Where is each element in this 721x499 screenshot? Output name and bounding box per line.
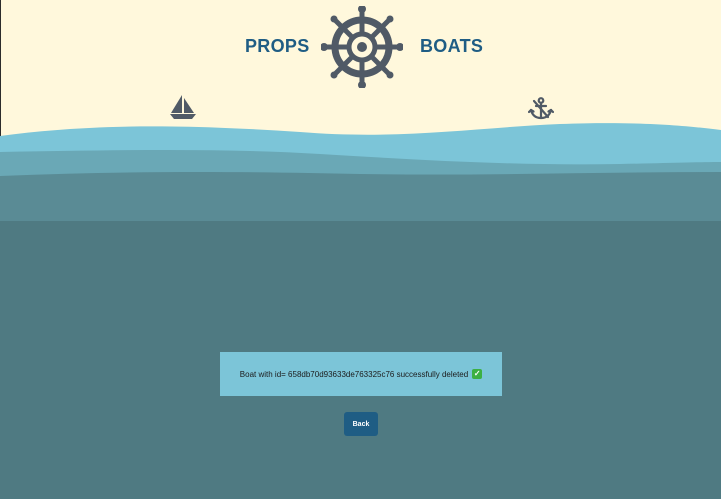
ship-wheel-icon: [321, 6, 403, 88]
status-message: Boat with id= 658db70d93633de763325c76 s…: [220, 352, 502, 396]
brand-left-text: PROPS: [245, 36, 310, 56]
status-message-text: Boat with id= 658db70d93633de763325c76 s…: [239, 369, 469, 379]
brand-right-text: BOATS: [420, 36, 484, 56]
page: PROPS BOATS Boat with id= 658db70d93633d…: [0, 0, 721, 499]
sea-waves: [0, 123, 721, 240]
check-mark-icon: ✓: [472, 369, 483, 379]
back-button[interactable]: Back: [344, 412, 378, 436]
